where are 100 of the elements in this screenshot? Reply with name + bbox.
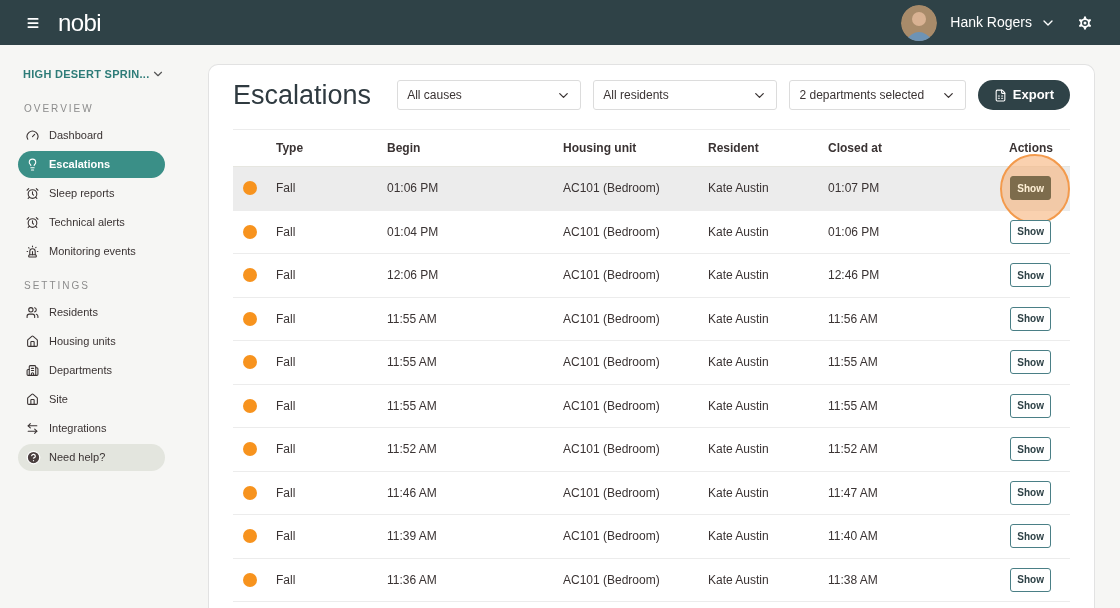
sidebar-item[interactable]: Residents [18, 298, 165, 326]
table-cell: Kate Austin [708, 398, 769, 413]
table-cell: Kate Austin [708, 224, 769, 239]
siren-icon [26, 244, 39, 258]
table-cell: 11:52 AM [828, 442, 878, 457]
column-header: Housing unit [563, 141, 637, 155]
menu-icon[interactable] [26, 15, 40, 30]
table-cell: AC101 (Bedroom) [563, 442, 660, 457]
table-cell: 11:56 AM [828, 311, 878, 326]
sidebar-item[interactable]: Sleep reports [18, 179, 165, 207]
sidebar-item[interactable]: Housing units [18, 327, 165, 355]
section-heading: OVERVIEW [23, 101, 95, 116]
column-header: Resident [708, 141, 759, 155]
table-cell: 11:55 AM [387, 311, 437, 326]
building-icon [26, 363, 39, 377]
table-cell: Fall [276, 529, 296, 544]
table-cell: Kate Austin [708, 355, 769, 370]
table-cell: AC101 (Bedroom) [563, 268, 660, 283]
table-cell: AC101 (Bedroom) [563, 311, 660, 326]
show-button[interactable]: Show [1010, 263, 1051, 288]
export-button[interactable]: Export [977, 80, 1070, 110]
sidebar-item[interactable]: Monitoring events [18, 237, 165, 265]
table-cell: 01:06 PM [387, 181, 439, 196]
sidebar-item[interactable]: Site [18, 385, 165, 413]
table-cell: AC101 (Bedroom) [563, 398, 660, 413]
table-cell: AC101 (Bedroom) [563, 572, 660, 587]
column-header: Actions [1009, 141, 1053, 155]
table-row[interactable]: Fall 11:55 AM AC101 (Bedroom) Kate Austin 11:55 AM Show [233, 384, 1070, 428]
table-row[interactable]: Fall 11:55 AM AC101 (Bedroom) Kate Austin 11:55 AM Show [233, 340, 1070, 384]
table-cell: Kate Austin [708, 311, 769, 326]
table-row[interactable]: Fall 11:46 AM AC101 (Bedroom) Kate Austin 11:47 AM Show [233, 471, 1070, 515]
show-button[interactable]: Show [1010, 306, 1051, 331]
help-button[interactable]: Need help? [18, 443, 165, 471]
table-cell: 11:55 AM [828, 355, 878, 370]
table-cell: 11:55 AM [828, 398, 878, 413]
table-row[interactable]: Fall 01:04 PM AC101 (Bedroom) Kate Austin 01:06 PM Show [233, 210, 1070, 254]
table-cell: Kate Austin [708, 485, 769, 500]
sidebar-item[interactable]: Departments [18, 356, 165, 384]
show-button[interactable]: Show [1010, 393, 1051, 418]
table-cell: 01:06 PM [828, 224, 880, 239]
table-cell: Fall [276, 398, 296, 413]
table-cell: Fall [276, 572, 296, 587]
arrows-icon [26, 421, 39, 435]
show-button[interactable]: Show [1010, 524, 1051, 549]
table-cell: Fall [276, 181, 296, 196]
column-header: Begin [387, 141, 421, 155]
table-cell: 11:46 AM [387, 485, 437, 500]
sidebar-item[interactable]: Escalations [18, 150, 165, 178]
table-cell: Fall [276, 311, 296, 326]
table-cell: Kate Austin [708, 442, 769, 457]
house-icon [26, 334, 39, 348]
table-row[interactable]: Fall 12:06 PM AC101 (Bedroom) Kate Austin 12:46 PM Show [233, 253, 1070, 297]
home-icon [26, 392, 39, 406]
sidebar-item[interactable]: Dashboard [18, 121, 165, 149]
filter-dropdown[interactable]: 2 departments selected [789, 80, 966, 110]
table-cell: 01:07 PM [828, 181, 880, 196]
table-cell: Fall [276, 485, 296, 500]
table-cell: 11:38 AM [828, 572, 878, 587]
table-row[interactable]: Fall 11:39 AM AC101 (Bedroom) Kate Austin 11:40 AM Show [233, 514, 1070, 558]
table-cell: Kate Austin [708, 529, 769, 544]
table-cell: 01:04 PM [387, 224, 439, 239]
show-button[interactable]: Show [1010, 480, 1051, 505]
table-cell: Fall [276, 442, 296, 457]
table-cell: AC101 (Bedroom) [563, 181, 660, 196]
show-button[interactable]: Show [1010, 219, 1051, 244]
table-cell: 11:55 AM [387, 398, 437, 413]
show-button[interactable]: Show [1010, 437, 1051, 462]
table-cell: Fall [276, 224, 296, 239]
site-selector[interactable]: HIGH DESERT SPRIN... [18, 66, 165, 83]
section-heading: SETTINGS [23, 278, 91, 293]
logo: nobi [58, 10, 101, 35]
alarm-clock-icon [26, 186, 39, 200]
table-cell: Fall [276, 268, 296, 283]
settings-icon[interactable] [1076, 13, 1094, 32]
table-cell: Kate Austin [708, 181, 769, 196]
show-button[interactable]: Show [1010, 350, 1051, 375]
file-icon [993, 88, 1007, 102]
filter-dropdown[interactable]: All causes [397, 80, 582, 110]
table-cell: AC101 (Bedroom) [563, 485, 660, 500]
filter-dropdown[interactable]: All residents [593, 80, 778, 110]
table-cell: AC101 (Bedroom) [563, 529, 660, 544]
show-button[interactable]: Show [1010, 176, 1051, 201]
sidebar-item[interactable]: Integrations [18, 414, 165, 442]
column-header: Closed at [828, 141, 882, 155]
page-title: Escalations [233, 78, 373, 112]
people-icon [26, 305, 39, 319]
table-cell: 11:39 AM [387, 529, 437, 544]
table-cell: Kate Austin [708, 268, 769, 283]
help-icon [26, 449, 41, 465]
table-cell: 11:52 AM [387, 442, 437, 457]
alarm-clock-icon [26, 215, 39, 229]
sidebar-item[interactable]: Technical alerts [18, 208, 165, 236]
table-row[interactable]: Fall 11:36 AM AC101 (Bedroom) Kate Austin 11:38 AM Show [233, 558, 1070, 602]
table-row[interactable]: Fall 11:55 AM AC101 (Bedroom) Kate Austin 11:56 AM Show [233, 297, 1070, 341]
column-header: Type [276, 141, 304, 155]
user-menu[interactable]: Hank Rogers [950, 12, 1056, 33]
table-row[interactable]: Fall 11:52 AM AC101 (Bedroom) Kate Austin 11:52 AM Show [233, 427, 1070, 471]
table-cell: 12:06 PM [387, 268, 439, 283]
lightbulb-icon [26, 157, 39, 171]
show-button[interactable]: Show [1010, 567, 1051, 592]
